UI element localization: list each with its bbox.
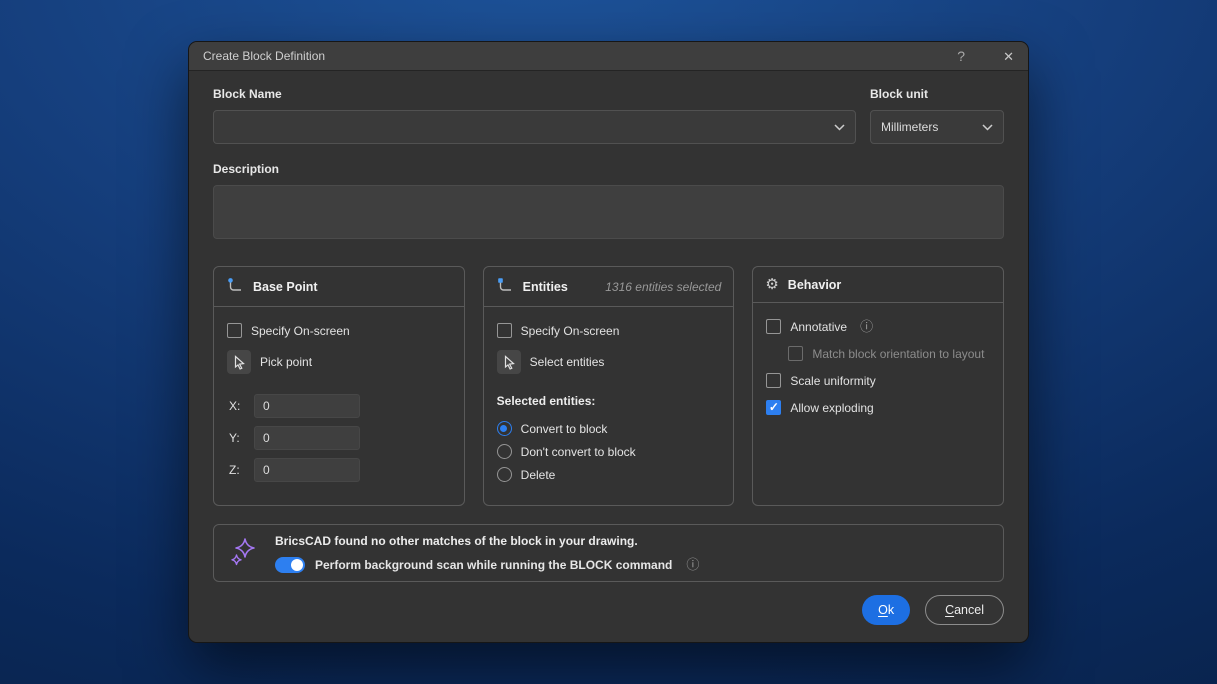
dialog-title: Create Block Definition [203,49,325,63]
description-input[interactable] [213,185,1004,239]
y-axis-label: Y: [229,431,243,445]
radio-delete[interactable]: Delete [497,467,721,482]
chevron-down-icon[interactable] [834,124,845,131]
match-orientation-checkbox[interactable] [788,346,803,361]
select-entities-label: Select entities [530,355,605,369]
desktop-background: Create Block Definition ? ✕ Block Name [0,0,1217,684]
dont-convert-label: Don't convert to block [521,445,636,459]
y-coordinate-input[interactable] [254,426,360,450]
block-unit-value: Millimeters [881,120,982,134]
block-name-combobox[interactable] [213,110,856,144]
select-entities-row[interactable]: Select entities [497,350,721,374]
entities-panel: Entities 1316 entities selected Specify … [483,266,735,506]
close-button[interactable]: ✕ [1003,50,1014,63]
entities-icon [496,277,514,296]
create-block-dialog: Create Block Definition ? ✕ Block Name [188,41,1029,643]
chevron-down-icon[interactable] [982,124,993,131]
delete-label: Delete [521,468,556,482]
radio-convert-to-block[interactable]: Convert to block [497,421,721,436]
ok-button[interactable]: Ok [862,595,910,625]
specify-onscreen-checkbox[interactable] [227,323,242,338]
scan-result-message: BricsCAD found no other matches of the b… [275,534,987,548]
dialog-titlebar[interactable]: Create Block Definition ? ✕ [189,42,1028,71]
sparkles-icon [230,537,258,570]
annotative-checkbox[interactable] [766,319,781,334]
background-scan-panel: BricsCAD found no other matches of the b… [213,524,1004,582]
convert-to-block-label: Convert to block [521,422,608,436]
coord-row-x: X: [229,394,451,418]
z-axis-label: Z: [229,463,243,477]
match-orientation-label: Match block orientation to layout [812,347,984,361]
cursor-icon [502,355,516,370]
radio-dont-convert[interactable]: Don't convert to block [497,444,721,459]
z-coordinate-input[interactable] [254,458,360,482]
annotative-label: Annotative [790,320,847,334]
help-button[interactable]: ? [957,49,965,63]
gear-icon: ⚙ [765,277,778,292]
base-point-panel: Base Point Specify On-screen Pick point [213,266,465,506]
scale-uniformity-row[interactable]: Scale uniformity [766,373,990,388]
entities-title: Entities [523,280,568,294]
match-orientation-row[interactable]: Match block orientation to layout [788,346,990,361]
background-scan-label: Perform background scan while running th… [315,558,672,572]
specify-onscreen-row[interactable]: Specify On-screen [227,323,451,338]
specify-onscreen-label: Specify On-screen [251,324,350,338]
entities-specify-onscreen-label: Specify On-screen [521,324,620,338]
info-icon: ⓘ [686,558,699,571]
cursor-icon [232,355,246,370]
entities-specify-onscreen-checkbox[interactable] [497,323,512,338]
coord-row-y: Y: [229,426,451,450]
allow-exploding-label: Allow exploding [790,401,873,415]
base-point-title: Base Point [253,280,318,294]
base-point-icon [226,277,244,296]
annotative-row[interactable]: Annotative ⓘ [766,319,990,334]
x-axis-label: X: [229,399,243,413]
block-unit-select[interactable]: Millimeters [870,110,1004,144]
behavior-panel: ⚙ Behavior Annotative ⓘ Match block orie… [752,266,1004,506]
block-name-input[interactable] [224,120,834,134]
dont-convert-radio[interactable] [497,444,512,459]
entities-specify-onscreen-row[interactable]: Specify On-screen [497,323,721,338]
pick-point-label: Pick point [260,355,312,369]
selected-entities-group-label: Selected entities: [497,394,721,408]
behavior-title: Behavior [788,278,842,292]
block-name-label: Block Name [213,87,856,101]
x-coordinate-input[interactable] [254,394,360,418]
convert-to-block-radio[interactable] [497,421,512,436]
pick-point-button[interactable] [227,350,251,374]
cancel-button[interactable]: Cancel [925,595,1004,625]
entities-selected-count: 1316 entities selected [605,280,721,294]
allow-exploding-checkbox[interactable] [766,400,781,415]
background-scan-toggle[interactable] [275,557,305,573]
scale-uniformity-checkbox[interactable] [766,373,781,388]
delete-radio[interactable] [497,467,512,482]
allow-exploding-row[interactable]: Allow exploding [766,400,990,415]
coord-row-z: Z: [229,458,451,482]
info-icon: ⓘ [860,320,873,333]
block-unit-label: Block unit [870,87,1004,101]
scale-uniformity-label: Scale uniformity [790,374,875,388]
description-label: Description [213,162,1004,176]
select-entities-button[interactable] [497,350,521,374]
dialog-content: Block Name Block unit Millimeters [189,87,1028,625]
dialog-actions: Ok Cancel [213,595,1004,625]
pick-point-row[interactable]: Pick point [227,350,451,374]
